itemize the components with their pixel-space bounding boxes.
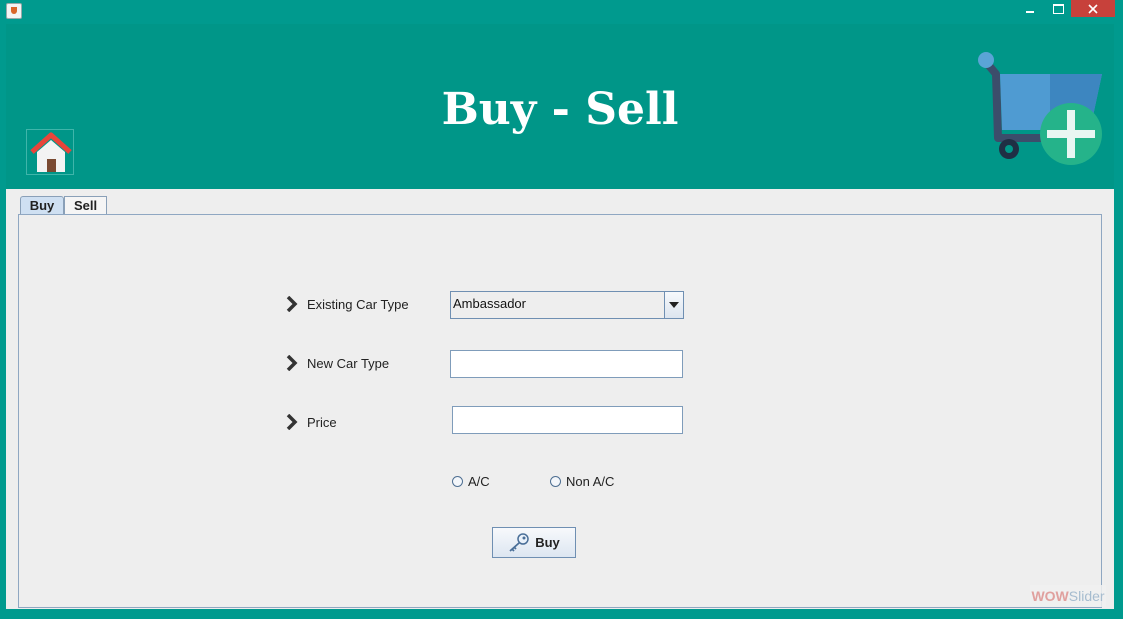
wowslider-watermark: WOWSlider xyxy=(1030,585,1106,607)
existing-car-type-value: Ambassador xyxy=(453,296,526,311)
tabbed-content: Buy Sell Existing Car Type Ambassador Ne… xyxy=(6,189,1114,609)
close-icon xyxy=(1088,3,1098,14)
new-car-type-input[interactable] xyxy=(450,350,683,378)
key-icon xyxy=(509,532,529,552)
close-button[interactable] xyxy=(1071,0,1115,17)
existing-car-type-dropdown[interactable]: Ambassador xyxy=(450,291,684,319)
price-input[interactable] xyxy=(452,406,683,434)
buy-button-label: Buy xyxy=(535,535,560,550)
existing-car-type-row: Existing Car Type xyxy=(286,296,409,312)
price-row: Price xyxy=(286,414,337,430)
maximize-icon xyxy=(1052,4,1064,14)
page-title: Buy - Sell xyxy=(441,84,679,135)
chevron-right-icon xyxy=(286,414,298,430)
chevron-right-icon xyxy=(286,355,298,371)
home-button[interactable] xyxy=(26,129,74,175)
buy-button[interactable]: Buy xyxy=(492,527,576,558)
existing-car-type-label: Existing Car Type xyxy=(307,296,409,312)
new-car-type-label: New Car Type xyxy=(307,355,390,371)
radio-non-ac-label: Non A/C xyxy=(566,474,615,489)
price-label: Price xyxy=(307,414,337,430)
maximize-button[interactable] xyxy=(1043,0,1073,18)
chevron-right-icon xyxy=(286,296,298,312)
header-banner: Buy - Sell xyxy=(6,24,1114,189)
radio-ac-label: A/C xyxy=(468,474,490,489)
buy-panel: Existing Car Type Ambassador New Car Typ… xyxy=(18,214,1102,608)
chevron-down-icon xyxy=(669,302,679,308)
new-car-type-row: New Car Type xyxy=(286,355,389,371)
home-icon xyxy=(30,132,72,172)
minimize-icon xyxy=(1026,11,1034,13)
watermark-part1: WOW xyxy=(1031,588,1069,604)
radio-button-circle[interactable] xyxy=(452,476,463,487)
watermark-part2: Slider xyxy=(1068,588,1105,604)
radio-non-ac[interactable]: Non A/C xyxy=(550,474,614,489)
dropdown-arrow-button[interactable] xyxy=(664,292,683,318)
minimize-button[interactable] xyxy=(1015,0,1045,18)
radio-ac[interactable]: A/C xyxy=(452,474,490,489)
tab-sell[interactable]: Sell xyxy=(64,196,107,214)
cart-add-icon xyxy=(978,52,1102,165)
title-bar xyxy=(0,0,1123,22)
java-app-icon xyxy=(6,3,22,19)
radio-button-circle[interactable] xyxy=(550,476,561,487)
tab-buy[interactable]: Buy xyxy=(20,196,64,214)
